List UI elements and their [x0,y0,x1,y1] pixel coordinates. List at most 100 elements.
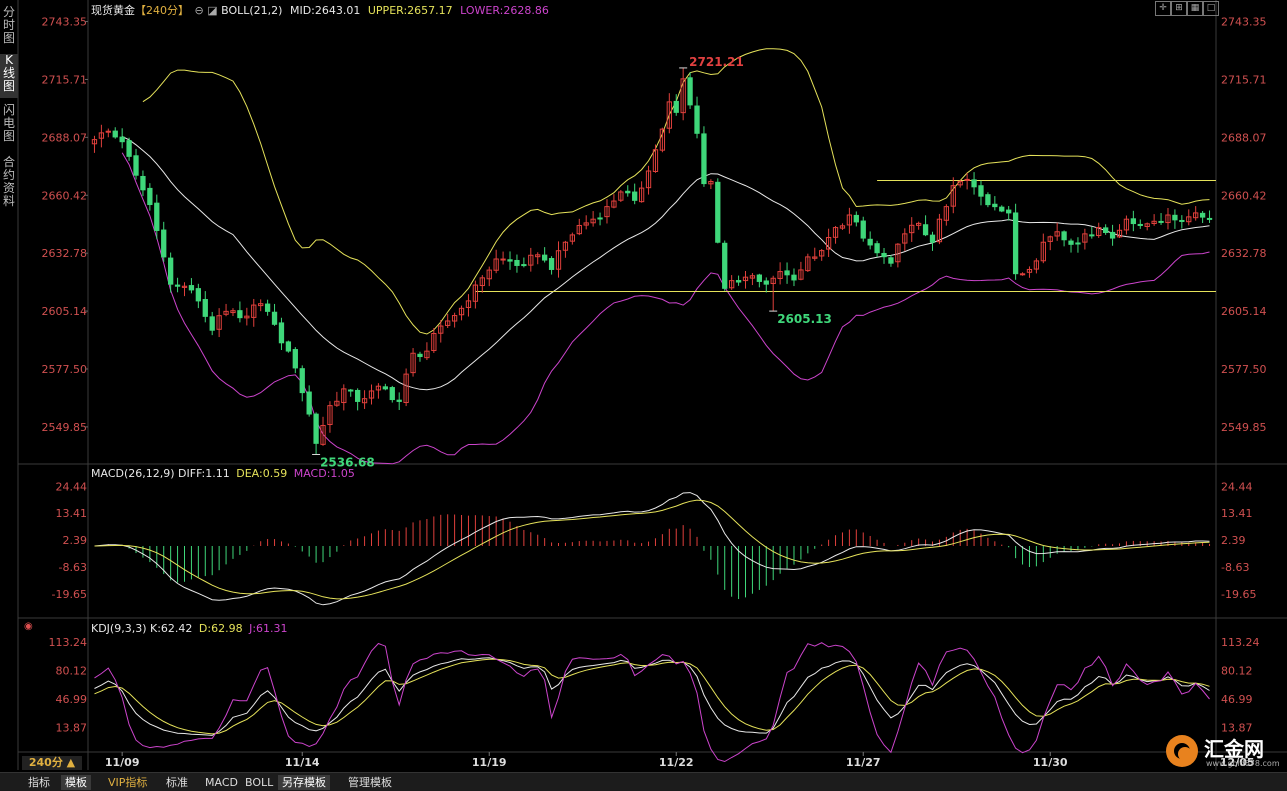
candle-body [105,130,111,133]
kdj-tick-label: 80.12 [1221,665,1253,678]
date-tick-label: 11/09 [105,756,140,769]
date-tick-label: 11/14 [285,756,320,769]
tab-save-template[interactable]: 另存模板 [278,775,330,790]
tab-standard[interactable]: 标准 [162,775,192,790]
candle-body [687,77,693,106]
candle-body [237,310,243,319]
tab-macd[interactable]: MACD [201,775,242,790]
candle-body [888,257,894,264]
candle-body [756,274,762,282]
grid-icon[interactable]: ▦ [1187,1,1203,16]
candle-body [1179,219,1185,222]
minus-icon[interactable]: ⊖ [195,4,204,17]
period-button[interactable]: 240分 ▲ [22,756,82,770]
candle-body [597,217,603,220]
boll-lower: LOWER:2628.86 [460,4,549,17]
date-tick-label: 11/30 [1033,756,1068,769]
candle-body [992,203,998,208]
candle-body [978,185,984,197]
side-tab-contract[interactable]: 合约资料 [0,156,18,212]
price-tick-label: 2632.78 [1221,247,1267,260]
candle-body [1172,214,1178,221]
side-tab-flash[interactable]: 闪电图 [0,104,18,148]
candle-body [174,284,181,287]
candle-body [140,175,146,191]
macd-tick-label: -8.63 [59,561,87,574]
candle-body [306,391,312,415]
candle-body [542,254,548,261]
candle-body [673,100,679,113]
bottom-toolbar: 指标 模板 VIP指标 标准 MACD BOLL 另存模板 管理模板 [0,772,1287,791]
candle-body [964,178,970,181]
price-tick-label: 2688.07 [42,131,88,144]
price-tick-label: 2688.07 [1221,131,1267,144]
macd-diff-line [94,492,1210,606]
candle-body [1068,240,1074,245]
crosshair-icon[interactable]: ✛ [1155,1,1171,16]
candle-body [971,179,977,188]
candle-body [195,288,201,302]
candle-body [922,224,929,236]
candle-body [867,238,873,246]
side-tab-timeshare[interactable]: 分时图 [0,6,18,46]
macd-tick-label: 2.39 [1221,534,1246,547]
macd-tick-label: 13.41 [56,507,88,520]
logo-icon [1166,735,1198,767]
candle-body [548,258,555,270]
kdj-settings-icon[interactable]: ◉ [24,621,33,632]
price-tick-label: 2632.78 [42,247,88,260]
candle-body [500,258,506,261]
tab-manage-template[interactable]: 管理模板 [344,775,396,790]
candle-body [999,206,1005,212]
macd-tick-label: -8.63 [1221,561,1249,574]
kdj-tick-label: 80.12 [56,665,88,678]
candle-body [1158,220,1164,223]
candle-body [396,399,402,402]
macd-value: MACD:1.05 [293,467,355,480]
candle-body [168,257,174,285]
date-tick-label: 11/22 [659,756,694,769]
boll-mid-line [121,136,1210,391]
price-tick-label: 2577.50 [1221,363,1267,376]
tab-vip-indicator[interactable]: VIP指标 [104,775,151,790]
candle-body [119,136,125,143]
candle-body [209,316,215,331]
tab-template[interactable]: 模板 [61,775,91,790]
candle-body [735,280,742,283]
tab-boll[interactable]: BOLL [241,775,277,790]
price-tick-label: 2743.35 [42,16,88,29]
period-tag[interactable]: 【240分】 [135,4,189,17]
candle-body [722,242,728,289]
side-tab-kline[interactable]: K线图 [0,54,18,98]
boll-lower-line [121,152,1210,465]
high-annotation: 2721.21 [689,55,744,69]
candle-body [1019,273,1026,276]
candle-body [853,214,859,223]
instrument-name: 现货黄金 [91,4,135,17]
tab-indicator[interactable]: 指标 [24,775,54,790]
price-tick-label: 2605.14 [42,305,88,318]
candle-body [701,133,707,185]
indicator-icon[interactable]: ◪ [207,4,217,17]
macd-tick-label: 13.41 [1221,507,1253,520]
candle-body [1206,217,1213,220]
candle-body [161,229,167,258]
maximize-icon[interactable]: □ [1203,1,1219,16]
gold678-logo: 汇金网 www.gold678.com [1166,733,1280,769]
candle-body [292,349,298,369]
price-tick-label: 2549.85 [42,421,88,434]
kdj-d: D:62.98 [198,622,243,635]
chart-canvas[interactable]: 2743.35 2743.35 2715.71 2715.71 2688.07 2688.… [0,0,1287,790]
candle-body [784,270,790,276]
macd-diff: DIFF:1.11 [178,467,230,480]
chart-header: 现货黄金【240分】 ⊖ ◪ BOLL(21,2) MID:2643.01 UP… [91,2,549,18]
candle-body [154,202,160,231]
kdj-j-line [94,642,1210,763]
macd-tick-label: -19.65 [1221,588,1256,601]
price-tick-label: 2577.50 [42,363,88,376]
split-icon[interactable]: ⊞ [1171,1,1187,16]
candle-body [271,311,278,325]
boll-name: BOLL(21,2) [221,4,283,17]
candle-body [1006,209,1012,214]
date-tick-label: 11/27 [846,756,881,769]
